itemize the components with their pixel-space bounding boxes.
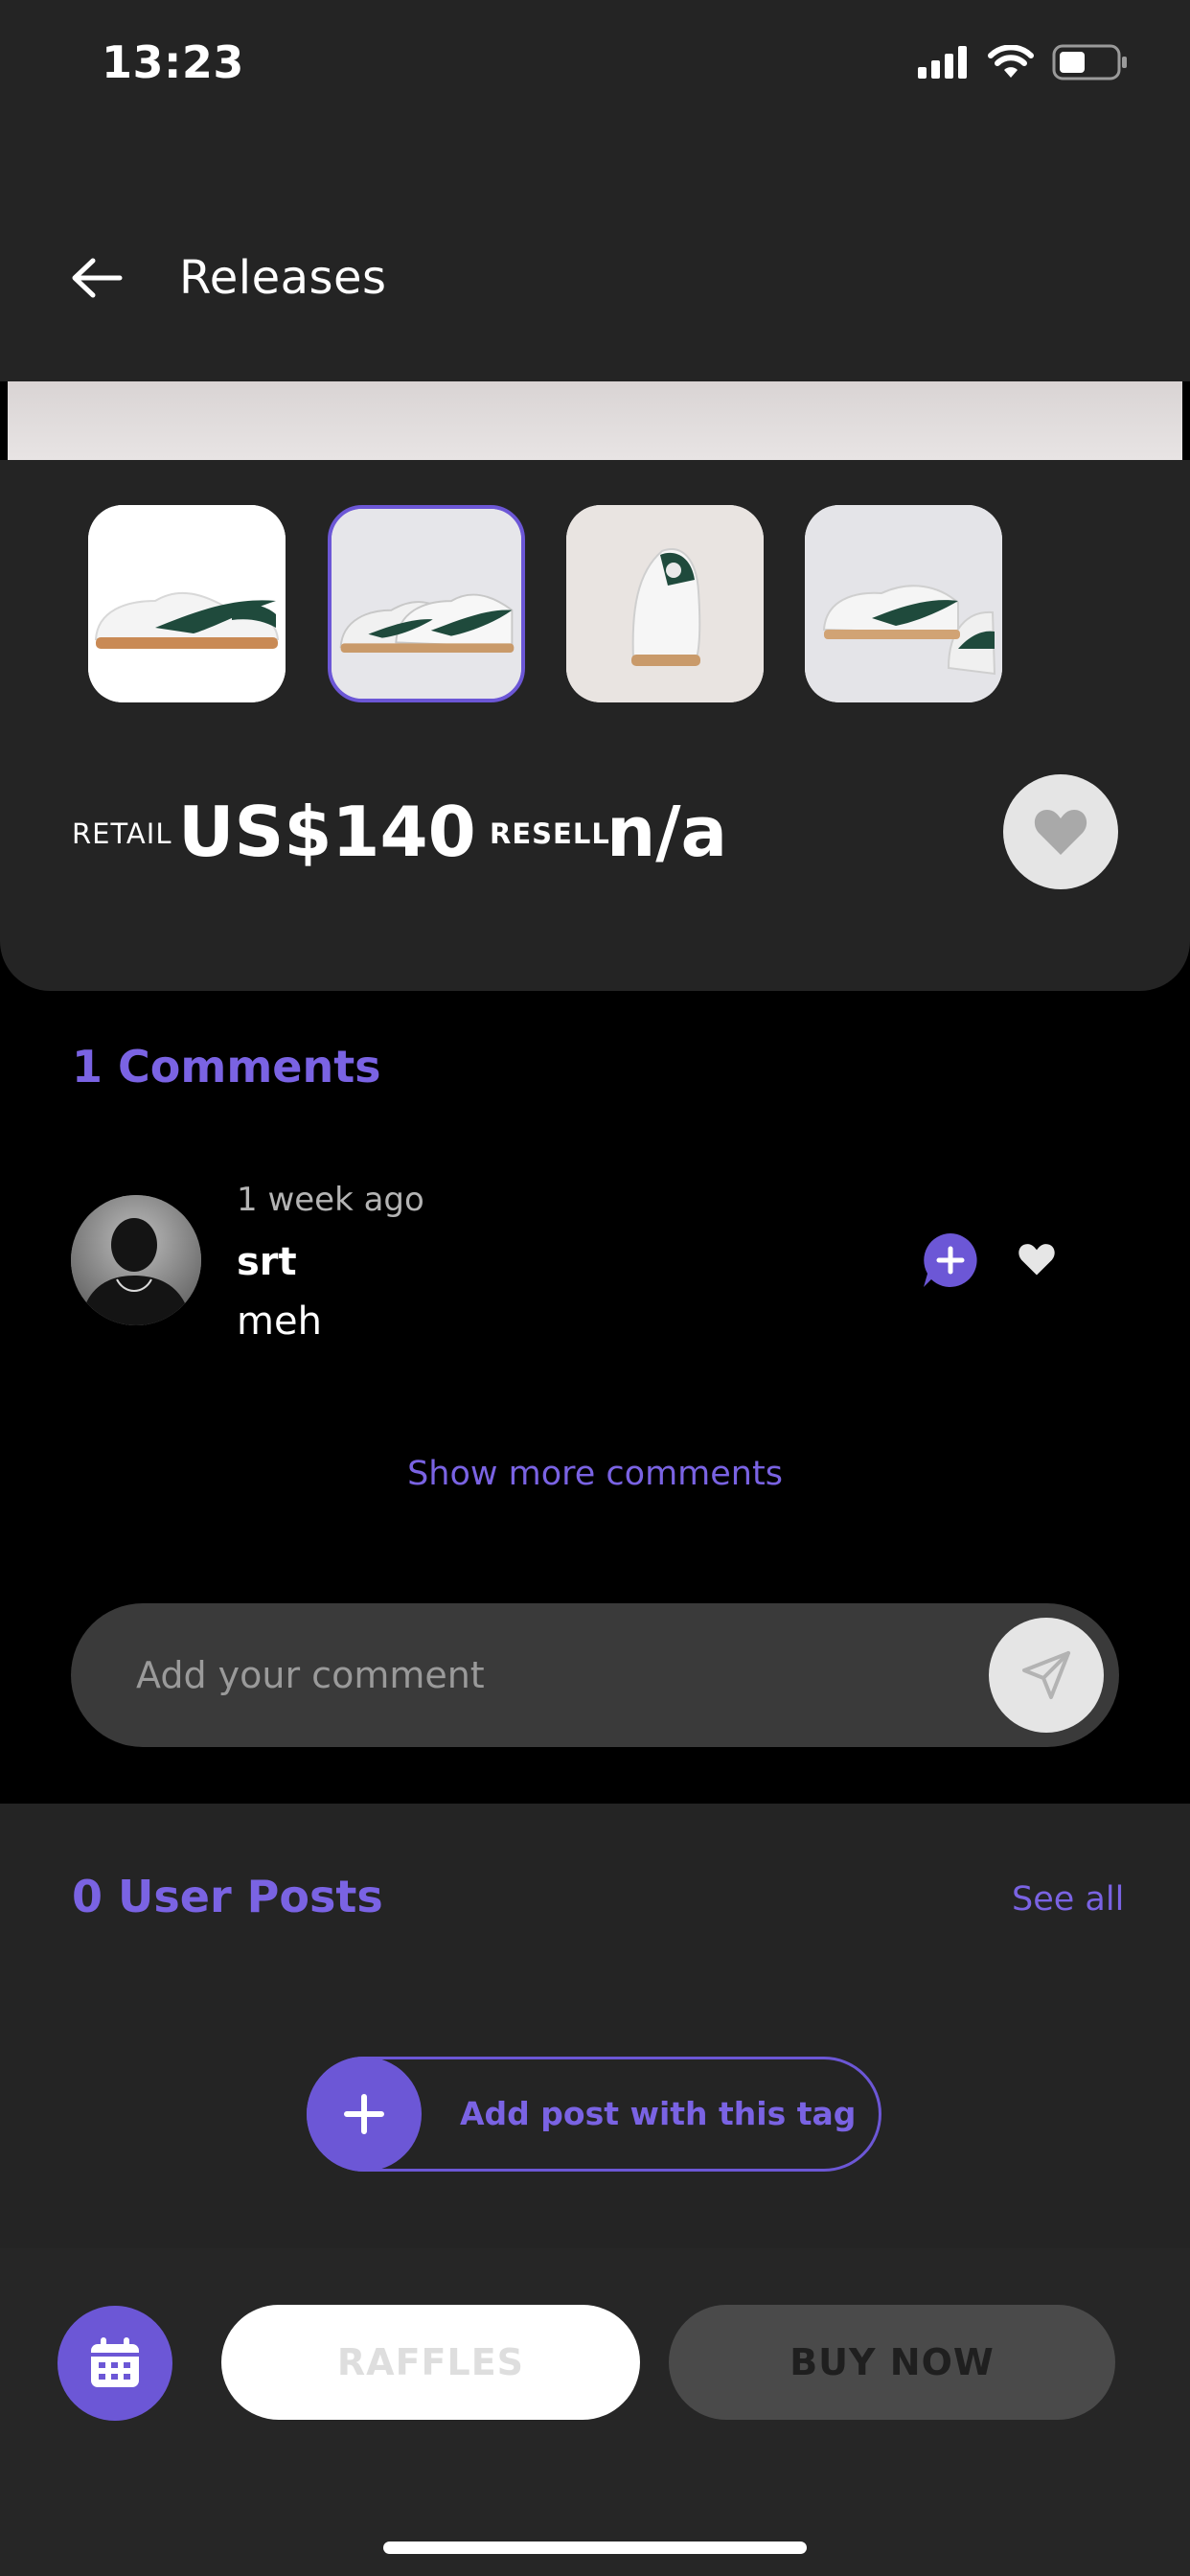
status-icons [918, 44, 1129, 80]
back-button[interactable] [63, 247, 130, 309]
send-comment-button[interactable] [989, 1618, 1104, 1733]
comments-title: 1 Comments [72, 1041, 381, 1092]
comment-username[interactable]: srt [237, 1240, 297, 1284]
calendar-button[interactable] [57, 2306, 172, 2421]
plus-icon [344, 2094, 384, 2134]
comment-time: 1 week ago [237, 1181, 424, 1219]
sneaker-image [332, 509, 521, 699]
retail-label: RETAIL [72, 817, 172, 850]
sneaker-image [805, 505, 1002, 702]
user-posts-title: 0 User Posts [72, 1871, 383, 1922]
heart-icon [1018, 1244, 1055, 1276]
status-time: 13:23 [102, 36, 244, 88]
reply-button[interactable] [922, 1231, 979, 1289]
arrow-left-icon [72, 258, 123, 298]
page-title: Releases [179, 251, 387, 305]
wifi-icon [988, 45, 1034, 78]
send-icon [1022, 1651, 1070, 1699]
add-post-plus[interactable] [307, 2057, 422, 2172]
sneaker-image [88, 505, 286, 702]
comment-text: meh [237, 1300, 322, 1344]
buy-now-button[interactable]: BUY NOW [669, 2305, 1115, 2420]
comment-input[interactable] [136, 1648, 950, 1702]
heart-icon [1034, 810, 1087, 855]
see-all-link[interactable]: See all [1012, 1880, 1124, 1919]
calendar-icon [91, 2337, 139, 2387]
resell-price: n/a [606, 792, 728, 872]
battery-icon [1052, 44, 1127, 80]
show-more-comments-link[interactable]: Show more comments [0, 1455, 1190, 1493]
add-post-label[interactable]: Add post with this tag [460, 2095, 856, 2132]
avatar[interactable] [71, 1195, 201, 1325]
thumbnail-3[interactable] [566, 505, 764, 702]
thumbnail-1[interactable] [88, 505, 286, 702]
thumbnail-2[interactable] [328, 505, 525, 702]
resell-label: RESELL [490, 817, 610, 850]
comment-like-button[interactable] [1018, 1242, 1056, 1276]
home-indicator[interactable] [383, 2542, 807, 2554]
product-hero-image[interactable] [8, 381, 1182, 460]
thumbnail-4[interactable] [805, 505, 1002, 702]
raffles-button[interactable]: RAFFLES [221, 2305, 640, 2420]
retail-price: US$140 [178, 792, 476, 872]
favorite-button[interactable] [1003, 774, 1118, 889]
user-avatar-image [71, 1195, 201, 1325]
chat-plus-icon [924, 1233, 977, 1287]
sneaker-image [566, 505, 764, 702]
signal-icon [918, 46, 967, 79]
